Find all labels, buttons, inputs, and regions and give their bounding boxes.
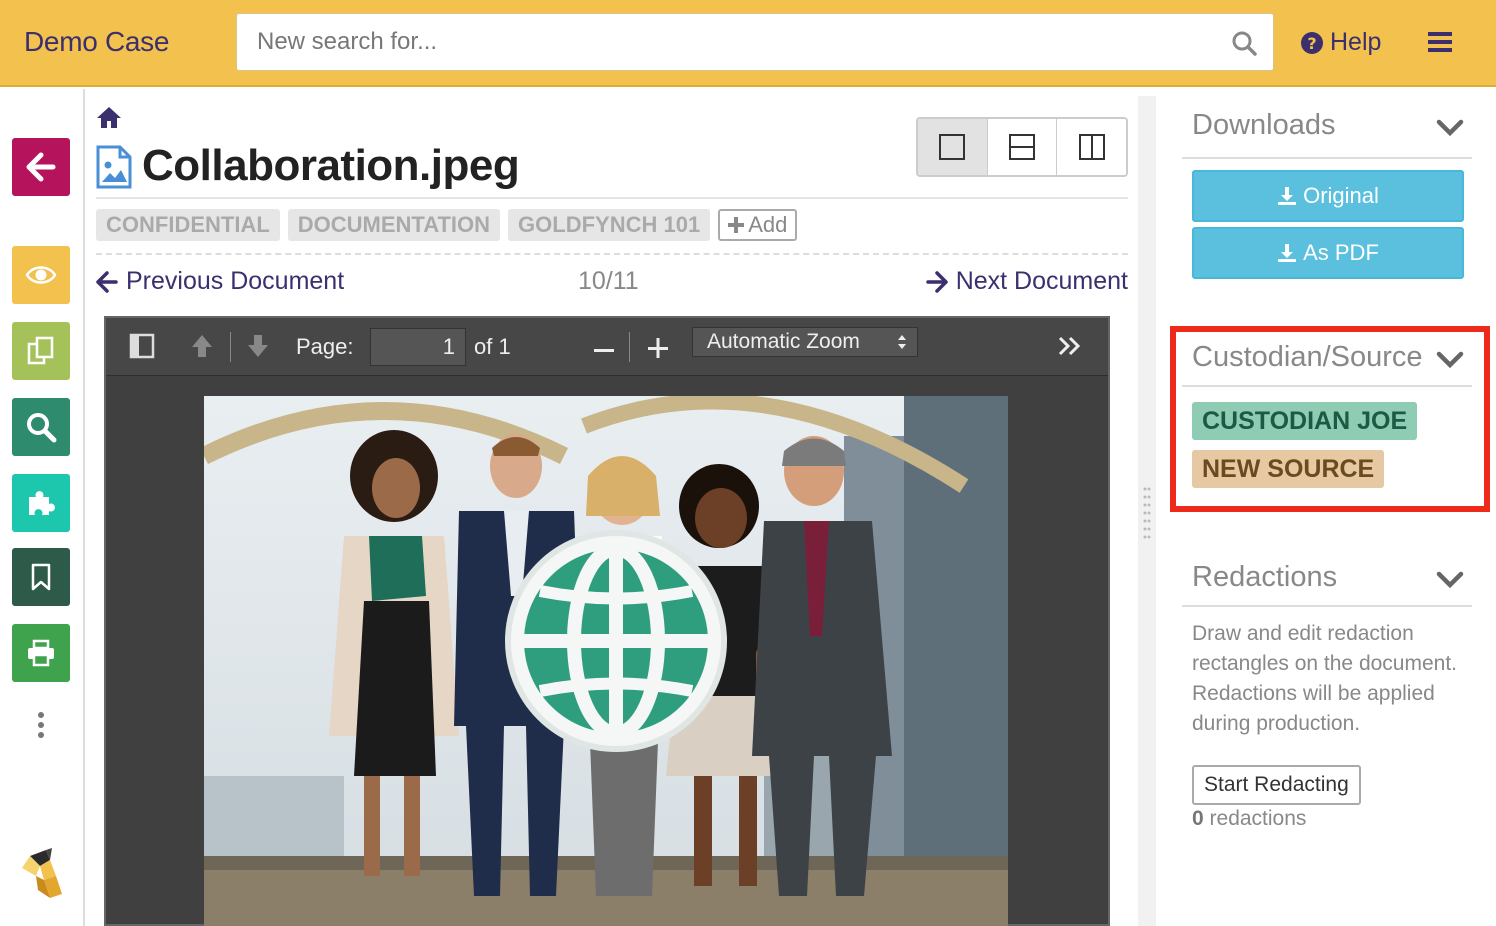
eye-icon bbox=[25, 266, 57, 284]
resize-grip-icon[interactable] bbox=[1143, 486, 1151, 540]
search-icon[interactable] bbox=[1231, 30, 1257, 56]
tag-list: CONFIDENTIAL DOCUMENTATION GOLDFYNCH 101… bbox=[96, 209, 798, 241]
document-title: Collaboration.jpeg bbox=[142, 141, 520, 190]
zoom-select[interactable]: Automatic Zoom bbox=[692, 327, 918, 357]
redaction-count: 0 redactions bbox=[1192, 807, 1306, 831]
next-document-label: Next Document bbox=[955, 267, 1128, 295]
title-divider bbox=[96, 197, 1128, 199]
download-icon bbox=[1278, 187, 1297, 205]
plugins-button[interactable] bbox=[12, 474, 70, 532]
zoom-out-icon[interactable] bbox=[590, 332, 618, 360]
downloads-heading[interactable]: Downloads bbox=[1192, 109, 1335, 142]
start-redacting-button[interactable]: Start Redacting bbox=[1192, 765, 1361, 805]
redaction-count-value: 0 bbox=[1192, 807, 1204, 830]
top-bar: Demo Case ? Help bbox=[0, 0, 1496, 87]
next-page-icon[interactable] bbox=[244, 332, 272, 360]
zoom-select-value: Automatic Zoom bbox=[707, 330, 860, 353]
add-tag-button[interactable]: Add bbox=[718, 209, 798, 241]
help-label: Help bbox=[1330, 28, 1382, 56]
document-image bbox=[204, 396, 1008, 926]
pdf-viewer: Page: of 1 Automatic Zoom bbox=[104, 316, 1110, 926]
toolbar-separator bbox=[230, 332, 231, 362]
custodian-badge[interactable]: CUSTODIAN JOE bbox=[1192, 402, 1418, 440]
print-icon bbox=[28, 639, 54, 667]
download-pdf-label: As PDF bbox=[1303, 240, 1379, 265]
arrow-right-icon bbox=[925, 270, 948, 293]
add-tag-label: Add bbox=[748, 212, 788, 237]
image-file-icon bbox=[96, 145, 132, 189]
view-button[interactable] bbox=[12, 246, 70, 304]
goldfynch-logo-icon bbox=[22, 848, 62, 898]
chevron-down-icon[interactable] bbox=[1436, 571, 1464, 589]
right-panel: Downloads Original As PDF Custodian/Sour… bbox=[1156, 89, 1496, 926]
custodian-divider bbox=[1182, 385, 1472, 387]
page-number-input[interactable] bbox=[370, 328, 466, 366]
custodian-source-heading[interactable]: Custodian/Source bbox=[1192, 341, 1423, 374]
horizontal-split-button[interactable] bbox=[987, 119, 1058, 175]
sidebar-toggle-icon[interactable] bbox=[128, 332, 156, 360]
copy-icon bbox=[27, 336, 54, 365]
redactions-description: Draw and edit redaction rectangles on th… bbox=[1192, 622, 1458, 735]
plus-icon bbox=[728, 217, 745, 233]
download-pdf-button[interactable]: As PDF bbox=[1192, 227, 1464, 279]
collaboration-photo bbox=[204, 396, 1008, 926]
view-mode-group bbox=[916, 117, 1128, 177]
hamburger-menu-icon[interactable] bbox=[1428, 31, 1452, 53]
tools-menu-icon[interactable] bbox=[1056, 332, 1084, 360]
downloads-divider bbox=[1182, 157, 1472, 159]
previous-page-icon[interactable] bbox=[188, 332, 216, 360]
page-count: of 1 bbox=[474, 334, 511, 359]
redactions-heading[interactable]: Redactions bbox=[1192, 561, 1337, 594]
previous-document-label: Previous Document bbox=[126, 267, 345, 295]
next-document-link[interactable]: Next Document bbox=[925, 267, 1128, 296]
arrow-left-icon bbox=[96, 270, 118, 293]
single-view-button[interactable] bbox=[918, 119, 988, 175]
brand-title[interactable]: Demo Case bbox=[24, 26, 169, 58]
back-button[interactable] bbox=[12, 138, 70, 196]
question-circle-icon: ? bbox=[1301, 31, 1323, 54]
horizontal-split-icon bbox=[1009, 134, 1035, 160]
home-icon[interactable] bbox=[96, 105, 122, 129]
zoom-in-icon[interactable] bbox=[644, 332, 672, 360]
redaction-count-suffix: redactions bbox=[1209, 807, 1307, 830]
toolbar-separator bbox=[629, 332, 630, 362]
left-rail bbox=[0, 89, 85, 926]
previous-document-link[interactable]: Previous Document bbox=[96, 267, 344, 296]
select-caret-icon bbox=[898, 335, 906, 349]
svg-text:?: ? bbox=[1307, 34, 1316, 53]
search-box[interactable] bbox=[236, 13, 1274, 71]
tag-confidential[interactable]: CONFIDENTIAL bbox=[96, 209, 280, 241]
print-button[interactable] bbox=[12, 624, 70, 682]
chevron-down-icon[interactable] bbox=[1436, 351, 1464, 369]
download-original-label: Original bbox=[1303, 183, 1379, 208]
bookmark-button[interactable] bbox=[12, 548, 70, 606]
vertical-split-button[interactable] bbox=[1057, 119, 1126, 175]
search-icon bbox=[27, 413, 57, 443]
document-main: Collaboration.jpeg CONFIDENTIAL DOCUMENT… bbox=[86, 89, 1138, 926]
vertical-split-icon bbox=[1078, 134, 1105, 160]
bookmark-icon bbox=[31, 563, 51, 591]
source-badge[interactable]: NEW SOURCE bbox=[1192, 450, 1385, 488]
more-options-icon[interactable] bbox=[36, 712, 46, 738]
document-position: 10/11 bbox=[578, 267, 639, 295]
tag-documentation[interactable]: DOCUMENTATION bbox=[287, 209, 501, 241]
page-label: Page: bbox=[296, 334, 354, 359]
pdf-toolbar: Page: of 1 Automatic Zoom bbox=[106, 318, 1108, 376]
download-original-button[interactable]: Original bbox=[1192, 170, 1464, 222]
download-icon bbox=[1278, 244, 1297, 262]
arrow-left-icon bbox=[26, 152, 56, 182]
duplicates-button[interactable] bbox=[12, 322, 70, 380]
puzzle-icon bbox=[29, 491, 55, 515]
chevron-down-icon[interactable] bbox=[1436, 119, 1464, 137]
tags-divider bbox=[96, 253, 1128, 255]
search-button[interactable] bbox=[12, 398, 70, 456]
redactions-divider bbox=[1182, 605, 1472, 607]
tag-goldfynch-101[interactable]: GOLDFYNCH 101 bbox=[508, 209, 711, 241]
single-pane-icon bbox=[939, 134, 966, 160]
help-link[interactable]: ? Help bbox=[1300, 28, 1381, 57]
search-input[interactable] bbox=[257, 14, 1217, 70]
